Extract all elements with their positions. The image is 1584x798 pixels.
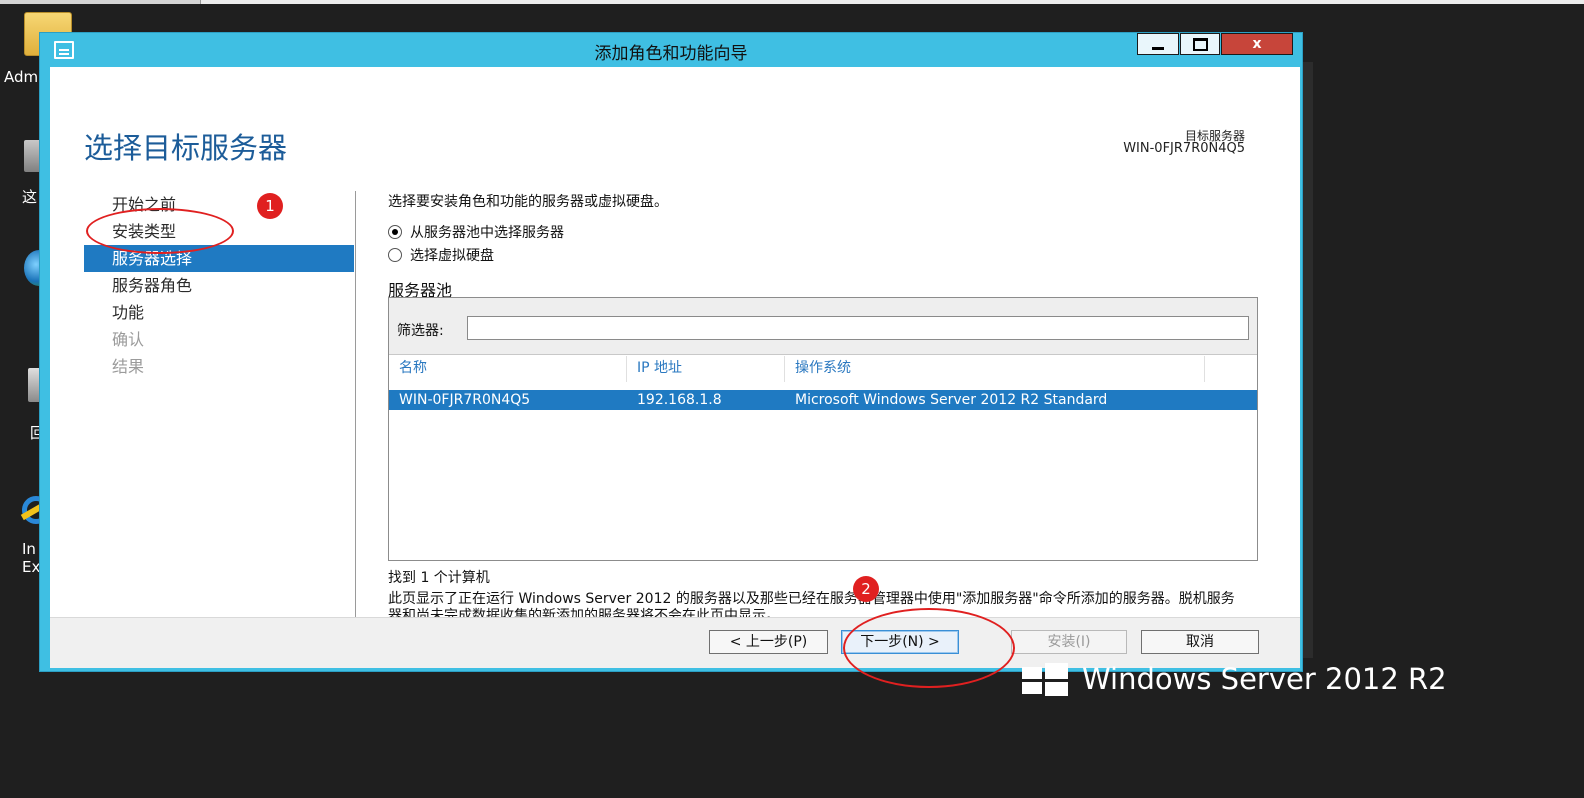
column-header-name[interactable]: 名称 <box>389 356 627 382</box>
minimize-button[interactable] <box>1137 33 1179 55</box>
nav-divider <box>355 191 356 627</box>
window-title: 添加角色和功能向导 <box>594 44 748 64</box>
nav-item-server-roles[interactable]: 服务器角色 <box>84 272 354 299</box>
annotation-ellipse-1 <box>86 208 234 254</box>
nav-item-confirmation: 确认 <box>112 330 145 349</box>
maximize-button[interactable] <box>1180 33 1220 55</box>
close-button[interactable]: x <box>1221 33 1293 55</box>
column-header-os[interactable]: 操作系统 <box>785 356 1205 382</box>
server-pool-grid: 筛选器: 名称 IP 地址 操作系统 WIN-0FJR7R0N4Q5 192.1… <box>388 297 1258 561</box>
desktop-icon-label: 这 <box>22 188 38 206</box>
filter-input[interactable] <box>467 316 1249 340</box>
table-row[interactable]: WIN-0FJR7R0N4Q5 192.168.1.8 Microsoft Wi… <box>389 390 1257 410</box>
option-select-from-pool[interactable]: 从服务器池中选择服务器 <box>388 222 564 242</box>
title-bar[interactable]: 添加角色和功能向导 x <box>40 33 1302 67</box>
page-description: 选择要安装角色和功能的服务器或虚拟硬盘。 <box>388 194 668 210</box>
desktop-icon-label: In Ex <box>22 540 41 576</box>
wizard-footer: < 上一步(P) 下一步(N) > 安装(I) 取消 <box>50 617 1300 668</box>
background-window-edge <box>1302 62 1313 658</box>
maximize-icon <box>1192 37 1208 51</box>
option-label: 选择虚拟硬盘 <box>410 248 494 264</box>
wizard-window: 添加角色和功能向导 x 选择目标服务器 目标服务器 WIN-0FJR7R0N4Q… <box>40 33 1302 671</box>
page-title: 选择目标服务器 <box>84 131 288 165</box>
radio-unchecked-icon[interactable] <box>388 248 402 262</box>
taskbar-segment <box>0 0 201 4</box>
cell-operating-system: Microsoft Windows Server 2012 R2 Standar… <box>795 392 1108 408</box>
windows-server-brand: Windows Server 2012 R2 <box>1022 662 1447 696</box>
minimize-icon <box>1152 46 1164 50</box>
nav-item-features[interactable]: 功能 <box>84 299 354 326</box>
install-button: 安装(I) <box>1011 630 1127 654</box>
nav-item-results: 结果 <box>112 357 145 376</box>
windows-logo-icon <box>1022 663 1068 696</box>
filter-label: 筛选器: <box>397 323 444 339</box>
top-taskbar-strip <box>0 0 1584 4</box>
option-label: 从服务器池中选择服务器 <box>410 225 564 241</box>
cancel-button[interactable]: 取消 <box>1141 630 1259 654</box>
desktop-icon-label: Adm <box>4 68 39 86</box>
table-header: 名称 IP 地址 操作系统 <box>389 356 1257 382</box>
previous-button[interactable]: < 上一步(P) <box>709 630 828 654</box>
found-count: 找到 1 个计算机 <box>388 570 490 586</box>
filter-bar: 筛选器: <box>389 298 1257 355</box>
column-header-ip[interactable]: IP 地址 <box>627 356 785 382</box>
annotation-badge-1: 1 <box>257 193 283 219</box>
brand-text: Windows Server 2012 R2 <box>1082 662 1447 696</box>
annotation-ellipse-2 <box>843 608 1015 688</box>
option-select-vhd[interactable]: 选择虚拟硬盘 <box>388 245 494 265</box>
wizard-client-area: 选择目标服务器 目标服务器 WIN-0FJR7R0N4Q5 开始之前 安装类型 … <box>50 67 1300 667</box>
column-header-extra <box>1205 356 1257 382</box>
cell-ip-address: 192.168.1.8 <box>637 392 722 408</box>
destination-server-value: WIN-0FJR7R0N4Q5 <box>1123 141 1245 156</box>
radio-checked-icon[interactable] <box>388 225 402 239</box>
annotation-badge-2: 2 <box>853 576 879 602</box>
cell-server-name: WIN-0FJR7R0N4Q5 <box>399 392 531 408</box>
